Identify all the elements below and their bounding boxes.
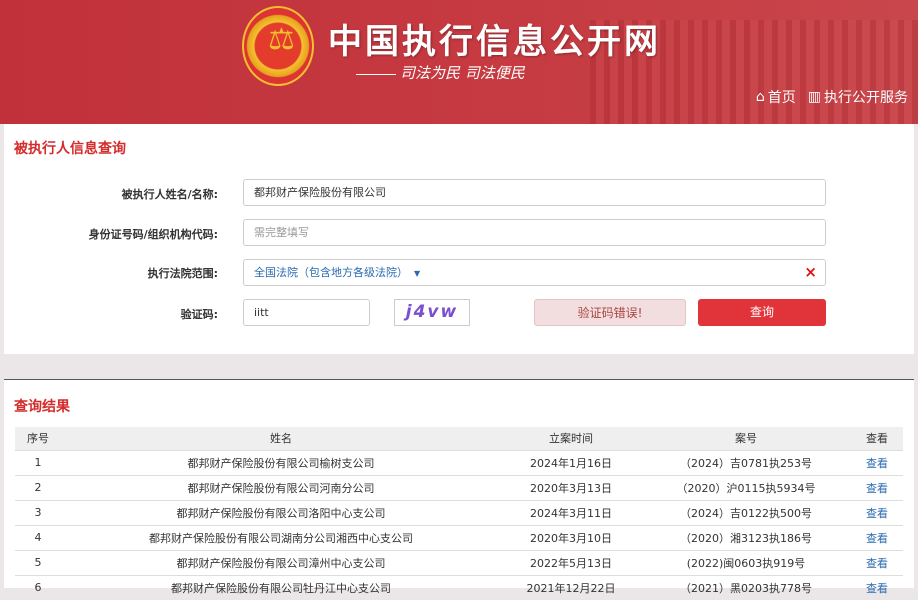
- name-label: 被执行人姓名/名称:: [121, 188, 218, 201]
- table-row: 4 都邦财产保险股份有限公司湖南分公司湘西中心支公司 2020年3月10日 （2020…: [15, 524, 903, 550]
- name-input[interactable]: 都邦财产保险股份有限公司: [243, 179, 826, 206]
- row-number: 2: [15, 474, 61, 500]
- id-label: 身份证号码/组织机构代码:: [88, 228, 218, 241]
- row-name: 都邦财产保险股份有限公司洛阳中心支公司: [61, 499, 501, 525]
- col-case: 案号: [641, 427, 851, 450]
- chart-icon: ▥: [807, 89, 821, 105]
- captcha-label: 验证码:: [180, 308, 218, 321]
- row-date: 2024年3月11日: [501, 499, 641, 525]
- nav-execution-service[interactable]: ▥ 执行公开服务: [808, 87, 908, 107]
- row-number: 5: [15, 549, 61, 575]
- table-row: 1 都邦财产保险股份有限公司榆树支公司 2024年1月16日 （2024）吉0781执…: [15, 449, 903, 475]
- row-case-number: （2024）吉0781执253号: [641, 449, 851, 475]
- col-no: 序号: [15, 427, 61, 450]
- row-case-number: （2024）吉0122执500号: [641, 499, 851, 525]
- search-button[interactable]: 查询: [698, 299, 826, 326]
- site-title: 中国执行信息公开网: [328, 22, 661, 62]
- row-date: 2024年1月16日: [501, 449, 641, 475]
- row-date: 2020年3月13日: [501, 474, 641, 500]
- view-link[interactable]: 查看: [851, 449, 903, 475]
- top-nav: ⌂ 首页 ▥ 执行公开服务: [756, 87, 908, 107]
- row-number: 4: [15, 524, 61, 550]
- results-title: 查询结果: [14, 399, 70, 415]
- col-name: 姓名: [61, 427, 501, 450]
- results-table: 序号 姓名 立案时间 案号 查看 1 都邦财产保险股份有限公司榆树支公司 2024年…: [15, 427, 903, 600]
- court-label: 执行法院范围:: [147, 267, 218, 280]
- row-case-number: （2020）湘3123执186号: [641, 524, 851, 550]
- view-link[interactable]: 查看: [851, 474, 903, 500]
- id-input[interactable]: 需完整填写: [243, 219, 826, 246]
- search-panel-title: 被执行人信息查询: [14, 141, 126, 157]
- row-name: 都邦财产保险股份有限公司榆树支公司: [61, 449, 501, 475]
- row-date: 2022年5月13日: [501, 549, 641, 575]
- clear-icon[interactable]: ×: [804, 260, 817, 285]
- view-link[interactable]: 查看: [851, 549, 903, 575]
- table-row: 5 都邦财产保险股份有限公司漳州中心支公司 2022年5月13日 (2022)闽060…: [15, 549, 903, 575]
- search-panel: 被执行人信息查询 被执行人姓名/名称: 都邦财产保险股份有限公司 身份证号码/组…: [4, 124, 914, 354]
- site-slogan: 司法为民 司法便民: [356, 62, 525, 83]
- court-emblem-logo: ⚖: [242, 6, 314, 86]
- row-number: 1: [15, 449, 61, 475]
- nav-home[interactable]: ⌂ 首页: [756, 87, 796, 107]
- row-case-number: （2020）沪0115执5934号: [641, 474, 851, 500]
- captcha-error-message: 验证码错误!: [534, 299, 686, 326]
- view-link[interactable]: 查看: [851, 499, 903, 525]
- row-number: 3: [15, 499, 61, 525]
- row-name: 都邦财产保险股份有限公司湖南分公司湘西中心支公司: [61, 524, 501, 550]
- row-name: 都邦财产保险股份有限公司河南分公司: [61, 474, 501, 500]
- chevron-down-icon: ▼: [414, 269, 421, 278]
- captcha-image[interactable]: j4vw: [394, 299, 470, 326]
- captcha-input[interactable]: iitt: [243, 299, 370, 326]
- table-row: 2 都邦财产保险股份有限公司河南分公司 2020年3月13日 （2020）沪0115执…: [15, 474, 903, 500]
- row-date: 2020年3月10日: [501, 524, 641, 550]
- row-name: 都邦财产保险股份有限公司漳州中心支公司: [61, 549, 501, 575]
- col-date: 立案时间: [501, 427, 641, 450]
- home-icon: ⌂: [755, 89, 765, 105]
- row-case-number: (2022)闽0603执919号: [641, 549, 851, 575]
- site-header: ⚖ 中国执行信息公开网 司法为民 司法便民 ⌂ 首页 ▥ 执行公开服务: [0, 0, 918, 124]
- table-row: 3 都邦财产保险股份有限公司洛阳中心支公司 2024年3月11日 （2024）吉012…: [15, 499, 903, 525]
- court-select[interactable]: 全国法院（包含地方各级法院） ▼ ×: [243, 259, 826, 286]
- col-view: 查看: [851, 427, 903, 450]
- results-panel: 查询结果 序号 姓名 立案时间 案号 查看 1 都邦财产保险股份有限公司榆树支公司…: [4, 379, 914, 600]
- view-link[interactable]: 查看: [851, 524, 903, 550]
